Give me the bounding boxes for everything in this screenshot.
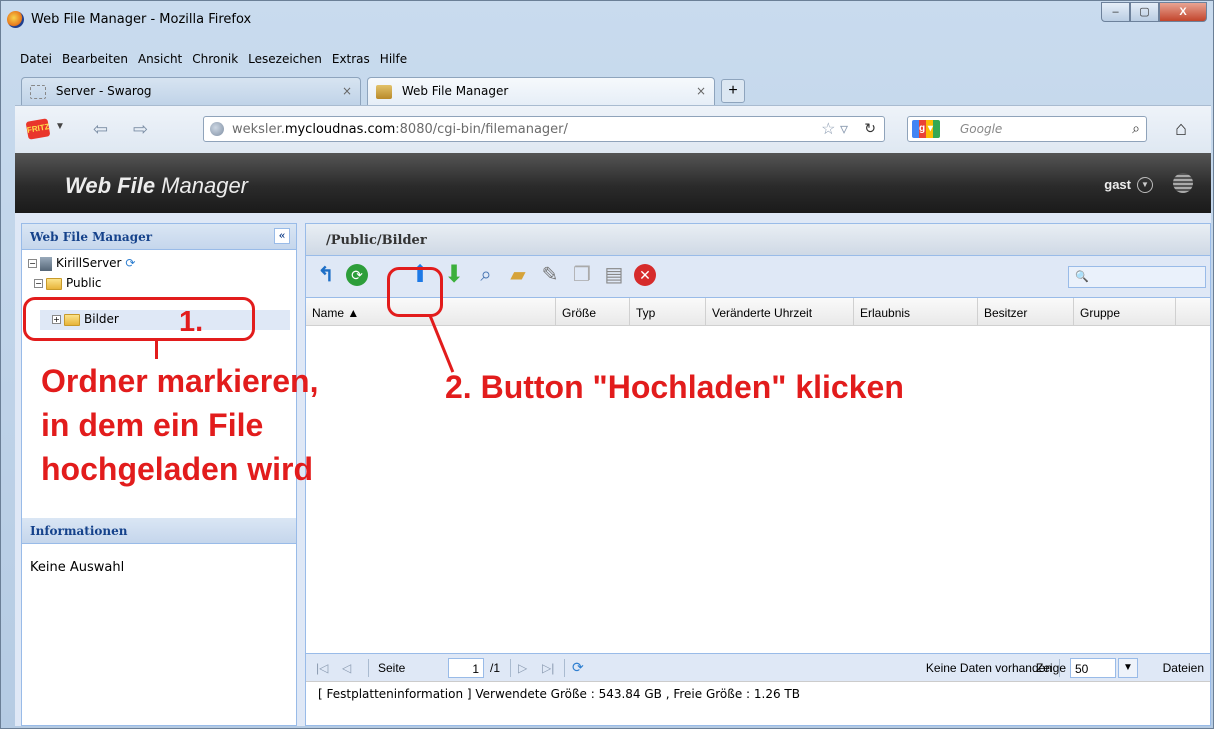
back-arrow-icon[interactable]: ⇦ (93, 119, 108, 140)
page-label: Seite (378, 661, 406, 675)
folder-icon (46, 277, 62, 290)
search-icon[interactable]: ⌕ (1132, 120, 1140, 137)
last-page-icon[interactable]: ▷| (542, 661, 554, 675)
rename-icon[interactable]: ✎ (538, 264, 562, 288)
page-total: /1 (490, 661, 501, 675)
annotation-step1-line2: in dem ein File (41, 407, 264, 443)
maximize-button[interactable]: ▢ (1130, 2, 1159, 22)
tab-close-icon[interactable]: × (696, 84, 706, 98)
reload-icon[interactable]: ↻ (864, 120, 876, 137)
copy-icon[interactable]: ❐ (570, 264, 594, 288)
info-panel-header: Informationen (22, 518, 296, 544)
column-permission[interactable]: Erlaubnis (854, 298, 978, 326)
google-engine-icon[interactable]: g ▾ (912, 120, 940, 138)
first-page-icon[interactable]: |◁ (316, 661, 328, 675)
search-bar[interactable]: g ▾ Google ⌕ (907, 116, 1147, 142)
annotation-step1-number: 1. (179, 306, 204, 338)
column-owner[interactable]: Besitzer (978, 298, 1074, 326)
collapse-node-icon[interactable]: − (28, 259, 37, 268)
navigation-toolbar: FRITZ ▼ ⇦ ⇨ weksler.mycloudnas.com:8080/… (15, 105, 1211, 153)
disk-info-footer: [ Festplatteninformation ] Verwendete Gr… (306, 681, 1210, 705)
annotation-box-folder (23, 297, 255, 341)
back-arrow-icon[interactable]: ↰ (314, 264, 338, 288)
annotation-step2: 2. Button "Hochladen" klicken (445, 369, 904, 405)
no-data-status: Keine Daten vorhanden (925, 661, 1052, 675)
prev-page-icon[interactable]: ◁ (342, 661, 351, 675)
column-modified[interactable]: Veränderte Uhrzeit (706, 298, 854, 326)
window-controls: ‒ ▢ X (1101, 2, 1207, 22)
tab-close-icon[interactable]: × (342, 84, 352, 98)
firefox-icon (7, 11, 24, 28)
column-group[interactable]: Gruppe (1074, 298, 1176, 326)
folder-icon (376, 84, 392, 99)
tab-server-swarog[interactable]: Server - Swarog × (21, 77, 361, 105)
server-icon (40, 256, 52, 271)
address-bar[interactable]: weksler.mycloudnas.com:8080/cgi-bin/file… (203, 116, 885, 142)
menu-lesezeichen[interactable]: Lesezeichen (243, 49, 327, 69)
chevron-down-icon[interactable]: ▼ (1137, 177, 1153, 193)
menu-hilfe[interactable]: Hilfe (375, 49, 412, 69)
collapse-icon[interactable]: « (274, 228, 290, 244)
page-size-input[interactable]: 50 (1070, 658, 1116, 678)
close-button[interactable]: X (1159, 2, 1207, 22)
blank-page-icon (30, 84, 46, 99)
menu-chronik[interactable]: Chronik (187, 49, 243, 69)
filter-input[interactable]: 🔍 (1068, 266, 1206, 288)
app-header: Web File Manager gast ▼ (15, 153, 1211, 213)
window-title: Web File Manager - Mozilla Firefox (31, 12, 252, 27)
title-bar: Web File Manager - Mozilla Firefox ‒ ▢ X (1, 1, 1213, 45)
annotation-step1-line3: hochgeladen wird (41, 451, 314, 487)
url-text: weksler.mycloudnas.com:8080/cgi-bin/file… (232, 122, 568, 137)
search-placeholder: Google (960, 122, 1003, 136)
next-page-icon[interactable]: ▷ (518, 661, 527, 675)
annotation-step1-line1: Ordner markieren, (41, 363, 319, 399)
tab-web-file-manager[interactable]: Web File Manager × (367, 77, 715, 105)
tree-panel-header: Web File Manager « (22, 224, 296, 250)
show-label: Zeige (1035, 661, 1066, 675)
minimize-button[interactable]: ‒ (1101, 2, 1130, 22)
pagination-bar: |◁ ◁ Seite 1 /1 ▷ ▷| ⟳ Keine Daten vorha… (306, 653, 1210, 681)
tab-strip: Server - Swarog × Web File Manager × + (21, 77, 1211, 105)
site-identity-icon[interactable] (210, 122, 224, 136)
app-title: Web File Manager (65, 173, 249, 198)
column-type[interactable]: Typ (630, 298, 706, 326)
tree-node-server[interactable]: − KirillServer ⟳ (28, 256, 135, 271)
menu-bearbeiten[interactable]: Bearbeiten (57, 49, 133, 69)
tab-label: Web File Manager (401, 84, 509, 98)
collapse-node-icon[interactable]: − (34, 279, 43, 288)
delete-icon[interactable]: ✕ (634, 264, 656, 286)
user-name[interactable]: gast (1104, 177, 1131, 192)
info-text: Keine Auswahl (30, 560, 125, 575)
download-arrow-icon[interactable]: ⬇ (442, 263, 466, 288)
forward-arrow-icon[interactable]: ⇨ (133, 119, 148, 140)
menu-ansicht[interactable]: Ansicht (133, 49, 187, 69)
home-icon[interactable]: ⌂ (1175, 118, 1187, 141)
chevron-down-icon[interactable]: ▼ (55, 121, 65, 132)
annotation-box-upload (387, 267, 443, 317)
current-path: /Public/Bilder (306, 224, 1210, 256)
menu-bar: Datei Bearbeiten Ansicht Chronik Lesezei… (15, 49, 412, 69)
refresh-icon[interactable]: ⟳ (346, 264, 368, 286)
browser-window: Web File Manager - Mozilla Firefox ‒ ▢ X… (0, 0, 1214, 729)
chevron-down-icon[interactable]: ▼ (1118, 658, 1138, 678)
refresh-icon[interactable]: ⟳ (125, 256, 135, 270)
new-folder-icon[interactable]: ▰ (506, 264, 530, 288)
tree-node-public[interactable]: − Public (34, 276, 102, 290)
files-unit-label: Dateien (1162, 661, 1204, 675)
annotation-connector (155, 341, 158, 359)
page-number-input[interactable]: 1 (448, 658, 484, 678)
menu-extras[interactable]: Extras (327, 49, 375, 69)
tab-label: Server - Swarog (55, 84, 152, 98)
fritz-addon-icon[interactable]: FRITZ (25, 118, 51, 140)
column-size[interactable]: Größe (556, 298, 630, 326)
new-tab-button[interactable]: + (721, 79, 745, 103)
magnifier-icon[interactable]: ⌕ (474, 264, 498, 288)
paste-icon[interactable]: ▤ (602, 264, 626, 288)
refresh-icon[interactable]: ⟳ (572, 659, 584, 676)
menu-datei[interactable]: Datei (15, 49, 57, 69)
language-globe-icon[interactable] (1173, 173, 1193, 193)
bookmark-star-icon[interactable]: ☆ ▿ (821, 119, 848, 139)
